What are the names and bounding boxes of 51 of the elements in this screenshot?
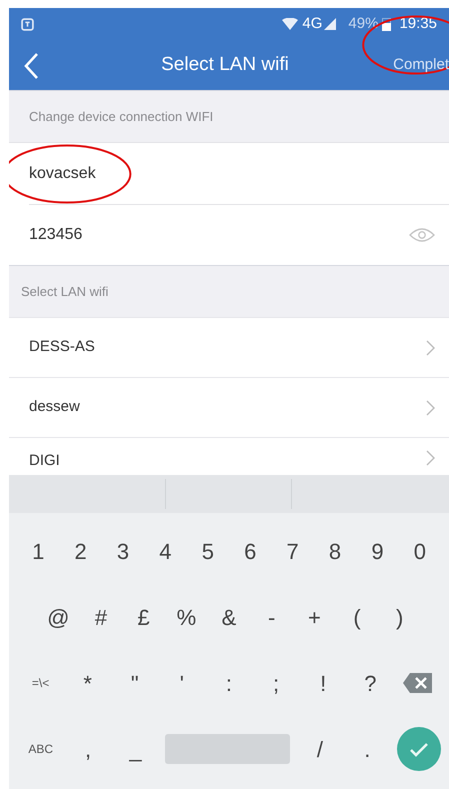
key[interactable]: £ [122,593,166,641]
key[interactable]: ' [158,659,206,707]
page-title: Select LAN wifi [161,52,289,77]
key[interactable]: ABC [17,725,64,773]
key[interactable]: + [293,593,336,641]
wifi-list-item[interactable]: DESS-AS [9,317,449,377]
key[interactable]: & [208,593,250,641]
network-type: 4G [302,14,322,34]
key[interactable]: / [296,725,344,773]
wifi-list-item[interactable]: dessew [9,377,449,437]
key[interactable]: 1 [17,527,60,575]
key[interactable]: ; [252,659,300,707]
backspace-icon [402,672,433,694]
chevron-right-icon [426,400,435,416]
ssid-field[interactable]: kovacsek [9,142,449,204]
key[interactable]: 3 [102,527,144,575]
battery-icon [382,18,392,30]
key[interactable]: * [64,659,112,707]
signal-icon [324,18,336,30]
key[interactable]: _ [112,725,160,773]
chevron-right-icon [426,450,435,466]
key[interactable]: - [250,593,294,641]
key[interactable]: ! [300,659,347,707]
wifi-list-item[interactable]: DIGI [9,437,449,475]
key[interactable]: 8 [314,527,356,575]
key[interactable]: % [165,593,208,641]
done-button[interactable] [397,727,442,771]
key[interactable]: ( [336,593,378,641]
key[interactable]: =\< [17,659,64,707]
key[interactable]: 5 [186,527,230,575]
wifi-icon [282,18,298,30]
key[interactable]: 4 [144,527,187,575]
battery-percent: 49% [348,14,378,34]
key[interactable]: : [205,659,253,707]
back-icon [23,52,39,80]
key[interactable]: ? [346,659,394,707]
key[interactable]: ) [378,593,422,641]
key[interactable]: , [64,725,112,773]
chevron-right-icon [426,340,435,356]
key[interactable]: 9 [356,527,399,575]
key[interactable]: " [111,659,158,707]
checkmark-icon [409,742,430,756]
eye-icon[interactable] [409,227,435,243]
notification-icon [21,18,34,30]
key[interactable]: @ [37,593,80,641]
key[interactable]: 7 [271,527,314,575]
key[interactable]: . [344,725,392,773]
key[interactable]: 6 [229,527,272,575]
key[interactable]: # [80,593,122,641]
key[interactable]: 2 [59,527,102,575]
key[interactable]: 0 [398,527,442,575]
